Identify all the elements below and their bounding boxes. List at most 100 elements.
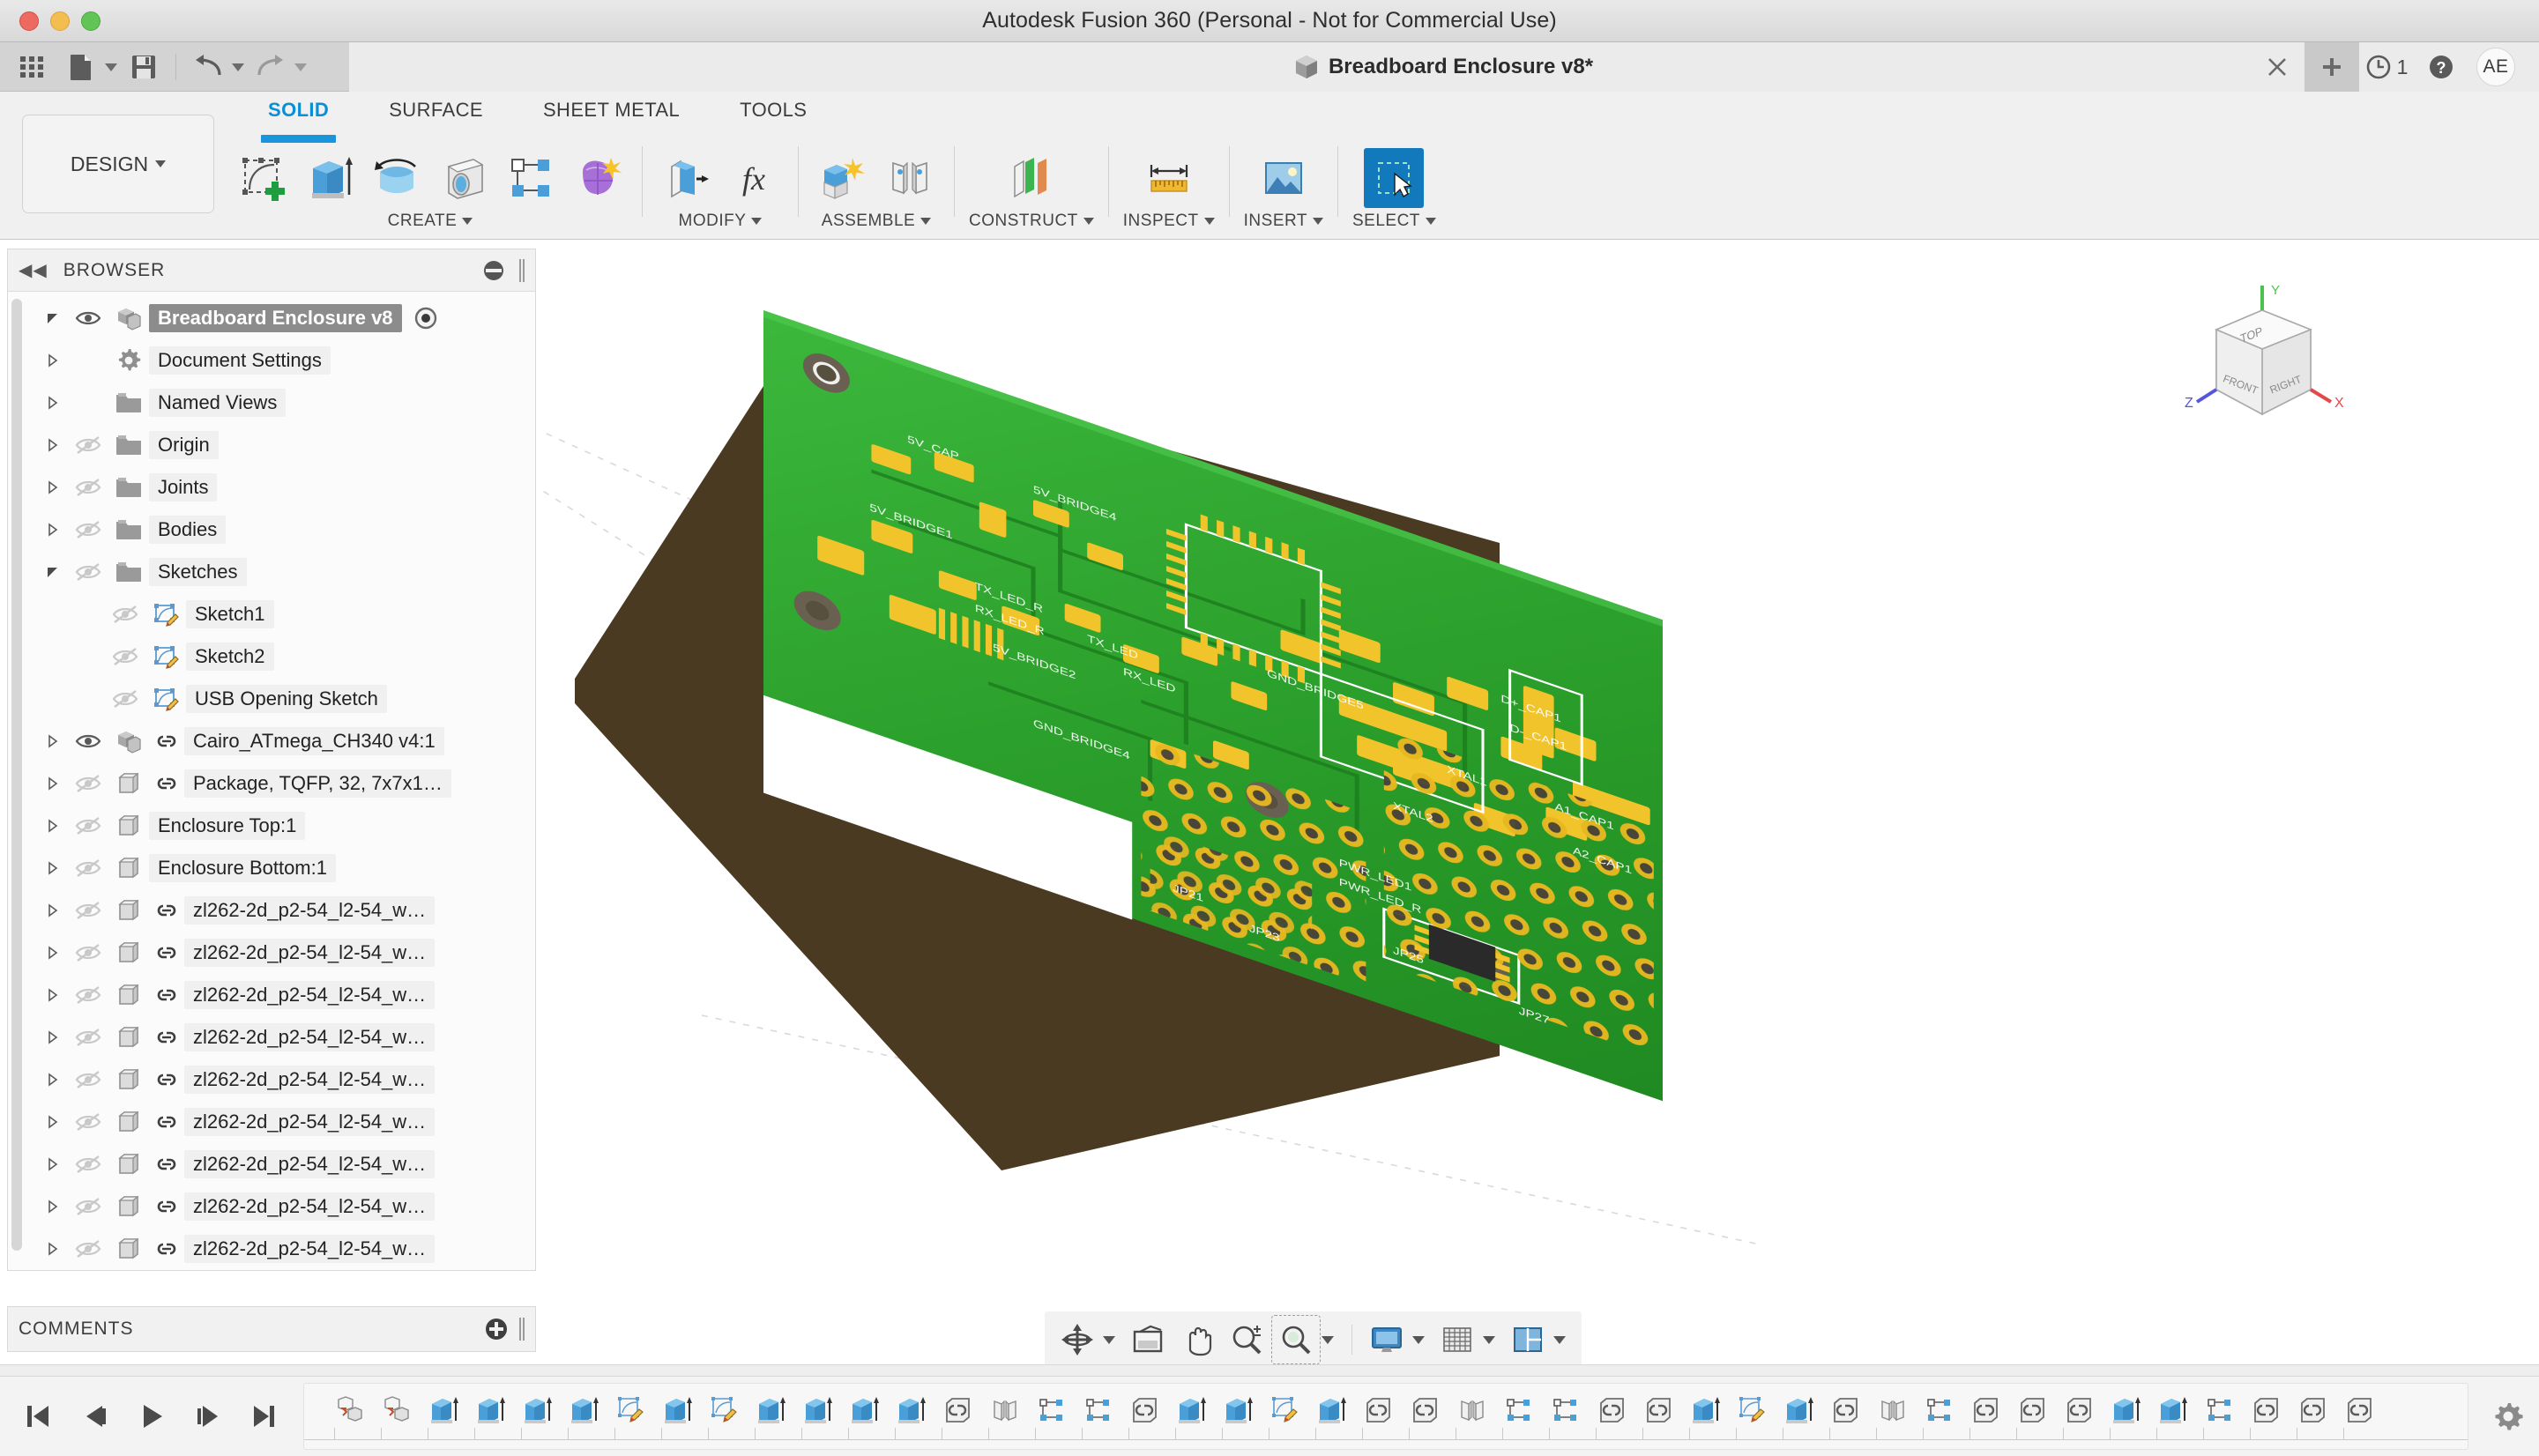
timeline-feature[interactable]: [1404, 1387, 1448, 1433]
browser-row[interactable]: Joints: [8, 466, 535, 509]
timeline-feature[interactable]: [1590, 1387, 1634, 1433]
expander-collapsed-icon[interactable]: [38, 395, 68, 411]
timeline-feature[interactable]: [1030, 1387, 1074, 1433]
browser-row[interactable]: Sketch1: [8, 593, 535, 635]
visibility-toggle[interactable]: [68, 943, 108, 962]
panel-divider[interactable]: [0, 1364, 2539, 1377]
revolve-button[interactable]: [367, 148, 427, 208]
visibility-toggle[interactable]: [105, 647, 145, 666]
expander-collapsed-icon[interactable]: [38, 860, 68, 876]
browser-row[interactable]: zl262-2d_p2-54_l2-54_w…: [8, 1101, 535, 1143]
timeline-feature[interactable]: [1123, 1387, 1167, 1433]
timeline-feature[interactable]: [329, 1387, 373, 1433]
browser-row[interactable]: Named Views: [8, 382, 535, 424]
canvas-3d-view[interactable]: 5V_CAP 5V_BRIDGE1 5V_BRIDGE4 TX_LED_R RX…: [543, 249, 2539, 1359]
visibility-toggle[interactable]: [68, 1112, 108, 1132]
timeline-feature[interactable]: [1217, 1387, 1261, 1433]
browser-row[interactable]: zl262-2d_p2-54_l2-54_w…: [8, 974, 535, 1016]
browser-row[interactable]: Enclosure Top:1: [8, 805, 535, 847]
timeline-feature[interactable]: [1310, 1387, 1354, 1433]
new-tab-button[interactable]: [2304, 42, 2359, 92]
timeline-feature[interactable]: [2151, 1387, 2195, 1433]
tab-solid[interactable]: SOLID: [238, 92, 359, 143]
close-tab-button[interactable]: [2250, 42, 2304, 92]
visibility-toggle[interactable]: [68, 435, 108, 455]
add-comment-icon[interactable]: [486, 1319, 507, 1340]
timeline-feature[interactable]: [469, 1387, 513, 1433]
timeline-feature[interactable]: [1450, 1387, 1494, 1433]
visibility-toggle[interactable]: [68, 858, 108, 878]
activate-component-radio[interactable]: [413, 305, 439, 331]
browser-row[interactable]: Bodies: [8, 509, 535, 551]
timeline-feature[interactable]: [2245, 1387, 2289, 1433]
tab-tools[interactable]: TOOLS: [710, 92, 837, 137]
viewports-button[interactable]: [1504, 1316, 1552, 1363]
timeline-feature[interactable]: [2338, 1387, 2382, 1433]
timeline-track[interactable]: [303, 1383, 2468, 1450]
timeline-feature[interactable]: [1684, 1387, 1728, 1433]
timeline-feature[interactable]: [2291, 1387, 2335, 1433]
timeline-feature[interactable]: [516, 1387, 560, 1433]
expander-collapsed-icon[interactable]: [38, 353, 68, 368]
visibility-toggle[interactable]: [68, 901, 108, 920]
tab-surface[interactable]: SURFACE: [359, 92, 513, 137]
undo-caret-icon[interactable]: [232, 63, 244, 71]
browser-row[interactable]: zl262-2d_p2-54_l2-54_w…: [8, 1016, 535, 1059]
timeline-feature[interactable]: [936, 1387, 980, 1433]
document-tab[interactable]: Breadboard Enclosure v8*: [1295, 42, 1593, 92]
expander-collapsed-icon[interactable]: [38, 437, 68, 453]
browser-row[interactable]: Origin: [8, 424, 535, 466]
chevron-down-icon[interactable]: [1312, 218, 1323, 225]
expander-expanded-icon[interactable]: [38, 564, 68, 580]
display-settings-caret-icon[interactable]: [1412, 1335, 1425, 1344]
offset-plane-button[interactable]: [1001, 148, 1061, 208]
expander-collapsed-icon[interactable]: [38, 776, 68, 791]
look-at-button[interactable]: [1124, 1316, 1172, 1363]
jobs-status-button[interactable]: 1: [2359, 42, 2414, 92]
visibility-toggle[interactable]: [68, 520, 108, 539]
visibility-toggle[interactable]: [105, 689, 145, 709]
visibility-toggle[interactable]: [105, 605, 145, 624]
visibility-toggle[interactable]: [68, 1028, 108, 1047]
timeline-feature[interactable]: [562, 1387, 607, 1433]
timeline-feature[interactable]: [656, 1387, 700, 1433]
visibility-toggle[interactable]: [68, 1155, 108, 1174]
visibility-toggle[interactable]: [68, 774, 108, 793]
visibility-toggle[interactable]: [68, 478, 108, 497]
browser-row[interactable]: Sketch2: [8, 635, 535, 678]
expander-collapsed-icon[interactable]: [38, 1072, 68, 1088]
timeline-feature[interactable]: [749, 1387, 793, 1433]
timeline-feature[interactable]: [1263, 1387, 1307, 1433]
timeline-feature[interactable]: [422, 1387, 466, 1433]
collapse-left-icon[interactable]: ◀◀: [19, 259, 48, 281]
redo-caret-icon[interactable]: [294, 63, 307, 71]
grid-snap-caret-icon[interactable]: [1483, 1335, 1495, 1344]
timeline-feature[interactable]: [843, 1387, 887, 1433]
expander-expanded-icon[interactable]: [38, 310, 68, 326]
browser-row[interactable]: Sketches: [8, 551, 535, 593]
comments-panel[interactable]: COMMENTS: [7, 1306, 536, 1352]
change-parameters-button[interactable]: fx: [724, 148, 784, 208]
new-file-caret-icon[interactable]: [105, 63, 117, 71]
timeline-feature[interactable]: [1637, 1387, 1681, 1433]
visibility-toggle[interactable]: [68, 562, 108, 582]
expander-collapsed-icon[interactable]: [38, 945, 68, 961]
timeline-feature[interactable]: [1824, 1387, 1868, 1433]
chevron-down-icon[interactable]: [1203, 218, 1215, 225]
chevron-down-icon[interactable]: [462, 218, 473, 225]
visibility-toggle[interactable]: [68, 308, 108, 328]
chevron-down-icon[interactable]: [1083, 218, 1094, 225]
browser-scrollbar[interactable]: [11, 299, 22, 1251]
zoom-button[interactable]: [1223, 1316, 1270, 1363]
redo-button[interactable]: [248, 48, 294, 86]
timeline-feature[interactable]: [2011, 1387, 2055, 1433]
go-to-start-button[interactable]: [16, 1394, 60, 1438]
visibility-toggle[interactable]: [68, 816, 108, 836]
browser-row[interactable]: zl262-2d_p2-54_l2-54_w…: [8, 1228, 535, 1270]
expander-collapsed-icon[interactable]: [38, 1241, 68, 1257]
expander-collapsed-icon[interactable]: [38, 1156, 68, 1172]
expander-collapsed-icon[interactable]: [38, 903, 68, 918]
browser-row[interactable]: zl262-2d_p2-54_l2-54_w…: [8, 1143, 535, 1185]
viewports-caret-icon[interactable]: [1553, 1335, 1566, 1344]
display-settings-button[interactable]: [1363, 1316, 1411, 1363]
